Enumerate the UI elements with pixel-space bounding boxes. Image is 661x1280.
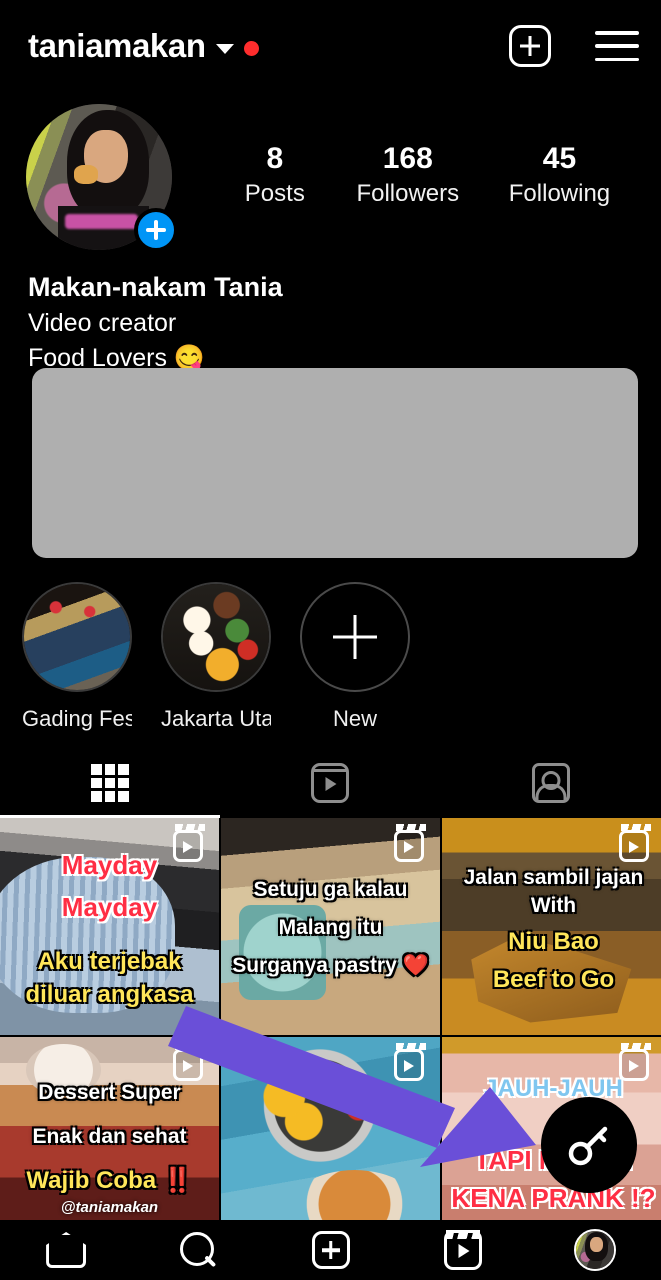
redacted-action-buttons-block — [32, 368, 638, 558]
post-caption-4-line-1: Dessert Super — [38, 1081, 181, 1104]
post-caption-1-line-4: diluar angkasa — [25, 981, 194, 1008]
search-icon — [180, 1232, 216, 1268]
stat-following[interactable]: 45 Following — [509, 142, 610, 208]
highlight-cover-1[interactable] — [22, 582, 132, 692]
nav-home-button[interactable] — [0, 1232, 132, 1268]
profile-stats: 8 Posts 168 Followers 45 Following — [172, 104, 637, 208]
hamburger-menu-icon[interactable] — [595, 31, 639, 61]
post-watermark-4: @taniamakan — [60, 1199, 159, 1216]
notification-dot-badge — [243, 40, 259, 56]
highlight-label-new: New — [332, 706, 377, 731]
post-caption-3-line-4: Beef to Go — [492, 966, 615, 993]
highlight-item-jakarta-utara[interactable]: Jakarta Utara — [161, 582, 271, 732]
reel-badge-icon-3 — [619, 824, 651, 862]
post-caption-4-line-3: Wajib Coba ‼️ — [26, 1167, 193, 1194]
reels-icon — [443, 1229, 482, 1270]
reel-badge-icon-6 — [619, 1043, 651, 1081]
nav-create-button[interactable] — [264, 1231, 396, 1269]
tagged-person-icon — [531, 763, 570, 803]
plus-box-icon — [311, 1231, 350, 1269]
create-new-button[interactable] — [509, 25, 551, 67]
profile-display-name: Makan-nakam Tania — [28, 272, 283, 302]
highlight-label-1: Gading Fest... — [22, 706, 132, 731]
nav-profile-button[interactable] — [529, 1229, 661, 1271]
highlight-cover-image-2 — [163, 584, 269, 690]
stat-following-value: 45 — [542, 142, 577, 175]
reel-badge-icon-2 — [394, 824, 426, 862]
post-grid-cell-5[interactable] — [221, 1037, 440, 1222]
reel-badge-icon-1 — [173, 824, 205, 862]
top-bar-actions — [509, 25, 639, 67]
stat-posts-value: 8 — [266, 142, 284, 175]
profile-avatar-icon — [573, 1229, 616, 1271]
nav-reels-button[interactable] — [397, 1229, 529, 1270]
post-grid-cell-2[interactable]: Setuju ga kalau Malang itu Surganya past… — [221, 818, 440, 1035]
post-grid-cell-3[interactable]: Jalan sambil jajan With Niu Bao Beef to … — [442, 818, 661, 1035]
home-icon — [46, 1232, 86, 1268]
key-icon — [568, 1126, 608, 1166]
stat-following-label: Following — [508, 179, 611, 207]
highlight-item-gading-fest[interactable]: Gading Fest... — [22, 582, 132, 732]
post-caption-3-line-1: Jalan sambil jajan — [463, 866, 644, 889]
highlight-label-2: Jakarta Utara — [161, 706, 271, 731]
highlight-item-new[interactable]: New — [300, 582, 410, 732]
post-caption-6-line-3: KENA PRANK !? — [451, 1183, 656, 1213]
add-story-badge-icon[interactable] — [134, 208, 178, 252]
tab-tagged[interactable] — [441, 748, 661, 818]
profile-header: 8 Posts 168 Followers 45 Following — [0, 92, 661, 252]
profile-username[interactable]: taniamakan — [28, 27, 206, 65]
stat-posts[interactable]: 8 Posts — [243, 142, 307, 208]
post-caption-3-line-3: Niu Bao — [508, 928, 599, 955]
story-highlights: Gading Fest... Jakarta Utara New — [0, 582, 661, 732]
stat-followers[interactable]: 168 Followers — [356, 142, 459, 208]
profile-bio: Makan-nakam Tania Video creator Food Lov… — [0, 250, 661, 375]
instagram-profile-screen: taniamakan 8 Posts 168 Followers 45 Foll… — [0, 0, 661, 1280]
top-bar: taniamakan — [0, 0, 661, 92]
profile-category: Video creator — [28, 309, 177, 338]
post-caption-1-line-3: Aku terjebak — [37, 948, 182, 975]
reels-icon — [311, 763, 350, 803]
tab-reels[interactable] — [220, 748, 440, 818]
post-caption-2-line-2: Malang itu — [278, 916, 383, 939]
post-caption-2-line-1: Setuju ga kalau — [253, 878, 408, 901]
tab-grid[interactable] — [0, 748, 221, 818]
post-grid-cell-4[interactable]: Dessert Super Enak dan sehat Wajib Coba … — [0, 1037, 219, 1222]
stat-followers-value: 168 — [382, 142, 433, 175]
chevron-down-icon[interactable] — [215, 44, 234, 54]
nav-search-button[interactable] — [132, 1232, 264, 1268]
avatar-photo-food — [74, 165, 98, 185]
highlight-cover-2[interactable] — [161, 582, 271, 692]
key-icon-bubble[interactable] — [541, 1097, 637, 1193]
reel-badge-icon-4 — [173, 1043, 205, 1081]
bottom-navigation-bar — [0, 1220, 661, 1280]
post-caption-3-line-2: With — [530, 894, 577, 917]
post-caption-1-line-2: Mayday — [61, 892, 158, 922]
grid-icon — [91, 764, 130, 802]
highlight-cover-image-1 — [24, 584, 130, 690]
stat-followers-label: Followers — [356, 179, 460, 207]
post-caption-2-line-3: Surganya pastry ❤️ — [232, 954, 429, 977]
avatar[interactable] — [26, 104, 178, 252]
plus-icon — [333, 615, 377, 659]
new-highlight-button[interactable] — [300, 582, 410, 692]
account-switcher[interactable]: taniamakan — [28, 27, 259, 65]
post-grid-cell-1[interactable]: Mayday Mayday Aku terjebak diluar angkas… — [0, 818, 219, 1035]
reel-badge-icon-5 — [394, 1043, 426, 1081]
stat-posts-label: Posts — [244, 179, 305, 207]
post-caption-4-line-2: Enak dan sehat — [32, 1125, 187, 1148]
profile-tabs — [0, 748, 661, 818]
